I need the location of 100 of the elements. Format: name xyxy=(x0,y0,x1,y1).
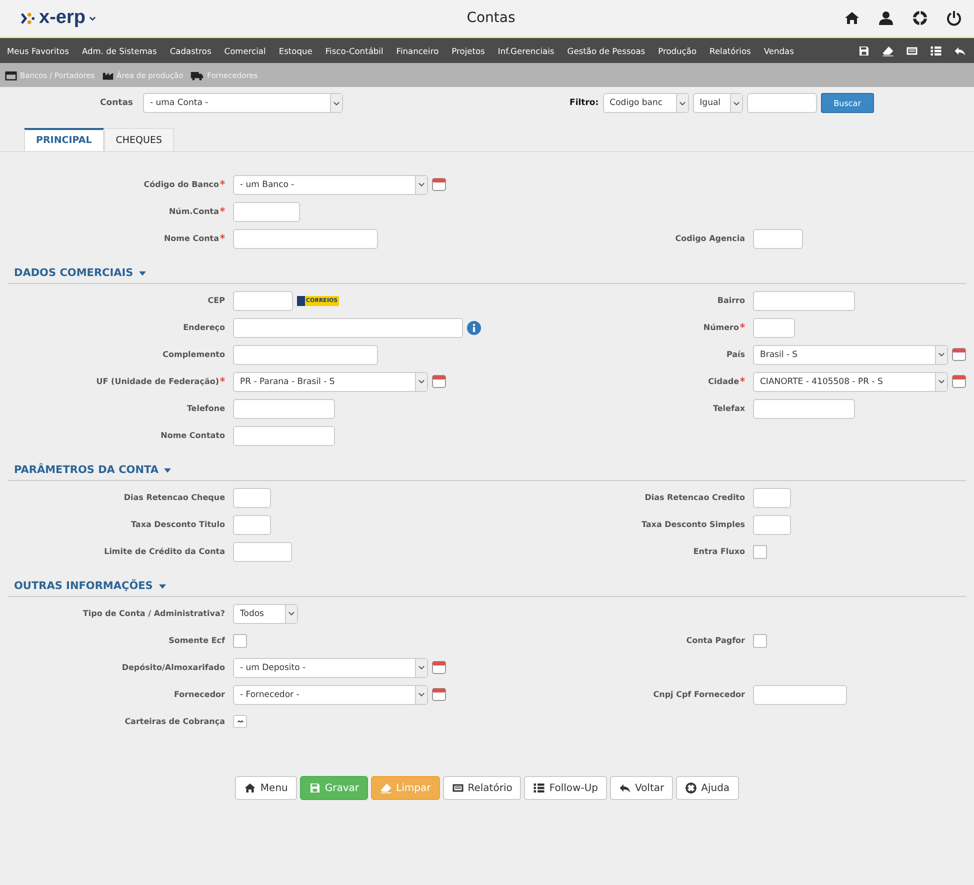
tab[interactable]: PRINCIPAL xyxy=(24,128,104,151)
checkbox[interactable] xyxy=(233,634,247,648)
chevron-down-icon[interactable] xyxy=(333,100,340,106)
back-arrow-icon[interactable] xyxy=(954,44,966,56)
chevron-down-icon[interactable] xyxy=(418,665,425,670)
action-button[interactable]: Menu xyxy=(235,776,297,800)
field-label: Entra Fluxo xyxy=(693,547,745,556)
menu-item[interactable]: Relatórios xyxy=(710,46,751,56)
search-field[interactable] xyxy=(746,93,817,113)
info-icon[interactable] xyxy=(467,320,481,334)
page-title: Contas xyxy=(466,10,516,26)
input-field[interactable] xyxy=(233,488,271,508)
menu-item[interactable]: Estoque xyxy=(278,46,312,56)
menu-item[interactable]: Inf.Gerenciais xyxy=(498,46,554,56)
select-field[interactable]: Todos xyxy=(233,604,298,624)
input-field[interactable] xyxy=(233,542,292,562)
input-field[interactable] xyxy=(233,290,293,310)
chevron-down-icon[interactable] xyxy=(418,182,425,187)
select-field[interactable]: - um Deposito - xyxy=(233,658,428,678)
link-button[interactable] xyxy=(233,715,247,728)
menu-item[interactable]: Gestão de Pessoas xyxy=(567,46,646,56)
section-header[interactable]: DADOS COMERCIAIS xyxy=(14,267,134,279)
input-field[interactable] xyxy=(753,514,791,534)
list-icon[interactable] xyxy=(533,782,546,794)
search-button[interactable]: Buscar xyxy=(820,93,874,113)
chevron-down-icon[interactable] xyxy=(418,379,425,384)
tab[interactable]: CHEQUES xyxy=(104,128,174,151)
caret-icon[interactable] xyxy=(164,468,172,472)
report-icon[interactable] xyxy=(906,44,918,56)
input-field[interactable] xyxy=(233,318,463,338)
chevron-down-icon[interactable] xyxy=(732,100,740,106)
home-icon[interactable] xyxy=(844,10,860,26)
field-label: Limite de Crédito da Conta xyxy=(104,547,225,556)
home-icon[interactable] xyxy=(244,782,256,794)
calendar-icon[interactable] xyxy=(432,688,446,701)
input-field[interactable] xyxy=(753,290,855,310)
menu-item[interactable]: Financeiro xyxy=(396,46,439,56)
action-button[interactable]: Follow-Up xyxy=(524,776,607,800)
menu-item[interactable]: Meus Favoritos xyxy=(7,46,69,56)
calendar-icon[interactable] xyxy=(952,375,966,388)
input-field[interactable] xyxy=(233,398,335,418)
action-button[interactable]: Ajuda xyxy=(676,776,739,800)
calendar-icon[interactable] xyxy=(432,661,446,674)
chevron-down-icon[interactable] xyxy=(938,379,945,384)
operator-select[interactable]: Igual xyxy=(692,93,743,113)
menu-item[interactable]: Cadastros xyxy=(170,46,212,56)
field-label: País xyxy=(726,350,745,359)
menu-item[interactable]: Projetos xyxy=(452,46,485,56)
eraser-icon[interactable] xyxy=(882,44,894,56)
section-header[interactable]: PARÂMETROS DA CONTA xyxy=(14,464,158,476)
input-field[interactable] xyxy=(233,426,335,446)
filter-field-select[interactable]: Codigo banc xyxy=(602,93,689,113)
input-field[interactable] xyxy=(753,398,855,418)
account-select[interactable]: - uma Conta - xyxy=(143,93,343,113)
section-header[interactable]: OUTRAS INFORMAÇÕES xyxy=(14,580,153,592)
chevron-down-icon[interactable] xyxy=(678,100,686,106)
input-field[interactable] xyxy=(753,488,791,508)
save-icon[interactable] xyxy=(858,44,870,56)
menu-item[interactable]: Produção xyxy=(658,46,697,56)
field-label: Dias Retencao Cheque xyxy=(124,493,225,502)
checkbox[interactable] xyxy=(753,544,767,558)
menu-item[interactable]: Fisco-Contábil xyxy=(325,46,384,56)
calendar-icon[interactable] xyxy=(432,178,446,191)
action-button[interactable]: Voltar xyxy=(610,776,674,800)
list-icon[interactable] xyxy=(930,44,942,56)
input-field[interactable] xyxy=(233,202,300,222)
caret-icon[interactable] xyxy=(158,584,166,588)
power-icon[interactable] xyxy=(946,10,962,26)
lifebuoy-icon[interactable] xyxy=(912,10,928,26)
lifebuoy-icon[interactable] xyxy=(685,782,698,794)
select-field[interactable]: - Fornecedor - xyxy=(233,684,428,704)
calendar-icon[interactable] xyxy=(952,348,966,361)
input-field[interactable] xyxy=(753,318,795,338)
user-icon[interactable] xyxy=(878,10,894,26)
input-field[interactable] xyxy=(233,344,378,364)
back-arrow-icon[interactable] xyxy=(619,782,631,794)
field-label: Nome Contato xyxy=(160,431,225,440)
chevron-down-icon[interactable] xyxy=(288,611,295,616)
checkbox[interactable] xyxy=(753,634,767,648)
input-field[interactable] xyxy=(753,228,803,248)
select-field[interactable]: - um Banco - xyxy=(233,174,428,194)
chevron-down-icon[interactable] xyxy=(938,352,945,357)
menu-item[interactable]: Comercial xyxy=(224,46,266,56)
select-field[interactable]: PR - Parana - Brasil - S xyxy=(233,372,428,392)
report-icon[interactable] xyxy=(452,782,464,794)
field-label: Taxa Desconto Titulo xyxy=(131,520,225,529)
chevron-down-icon[interactable] xyxy=(418,692,425,697)
app-logo[interactable]: x-erp xyxy=(39,7,86,29)
menu-item[interactable]: Vendas xyxy=(764,46,794,56)
menu-item[interactable]: Adm. de Sistemas xyxy=(82,46,157,56)
select-field[interactable]: CIANORTE - 4105508 - PR - S xyxy=(753,372,948,392)
input-field[interactable] xyxy=(233,228,378,248)
calendar-icon[interactable] xyxy=(432,375,446,388)
caret-icon[interactable] xyxy=(89,16,96,20)
select-field[interactable]: Brasil - S xyxy=(753,344,948,364)
action-button[interactable]: Relatório xyxy=(442,776,522,800)
input-field[interactable] xyxy=(233,514,271,534)
input-field[interactable] xyxy=(753,684,847,704)
field-label: Número xyxy=(703,323,739,332)
caret-icon[interactable] xyxy=(139,270,146,276)
